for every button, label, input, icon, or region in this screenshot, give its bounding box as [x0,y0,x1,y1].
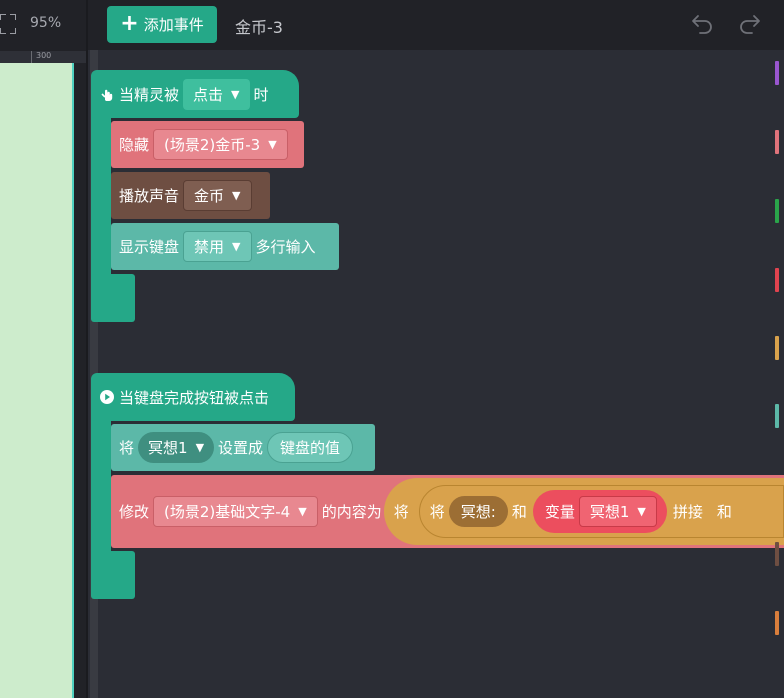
chevron-down-icon: ▼ [231,87,240,101]
chevron-down-icon: ▼ [195,441,205,454]
chevron-down-icon: ▼ [637,505,646,518]
set-prefix: 将 [119,439,135,457]
keyboard-value-reporter[interactable]: 键盘的值 [267,432,354,463]
redo-icon[interactable] [738,13,762,37]
variable-name-dropdown[interactable]: 冥想1 ▼ [578,496,657,527]
event1-hat-block[interactable]: 当精灵被 点击 ▼ 时 [91,70,299,118]
variable-dropdown[interactable]: 冥想1 ▼ [138,432,215,463]
undo-icon[interactable] [690,13,714,37]
add-event-label: 添加事件 [143,16,204,34]
trailing-and-label: 和 [716,503,732,521]
object-name: 金币-3 [235,18,283,37]
dropdown-value: 点击 [193,85,224,104]
modify-middle: 的内容为 [321,503,382,521]
set-middle: 设置成 [218,439,264,457]
fit-screen-icon[interactable] [0,14,18,34]
hide-block[interactable]: 隐藏 (场景2)金币-3 ▼ [111,121,304,168]
join-outer-reporter[interactable]: 将 将 冥想: 和 变量 冥想1 ▼ 拼接 和 [383,478,784,545]
dropdown-value: 禁用 [194,238,225,256]
ruler-tick [31,51,32,63]
hat-label: 当键盘完成按钮被点击 [119,388,270,407]
keyboard-suffix: 多行输入 [255,238,316,256]
plus-icon: + [120,10,139,36]
preview-toolbar: 95% [0,0,86,50]
stage-preview-panel: 95% 300 [0,0,86,698]
chevron-down-icon: ▼ [232,240,241,253]
keyboard-mode-dropdown[interactable]: 禁用 ▼ [183,231,252,262]
chevron-down-icon: ▼ [232,189,241,202]
editor-header: + 添加事件 金币-3 [88,0,784,50]
zoom-level[interactable]: 95% [30,15,61,31]
chevron-down-icon: ▼ [298,505,307,518]
category-marker[interactable] [775,61,779,85]
play-sound-block[interactable]: 播放声音 金币 ▼ [111,172,270,219]
and-label: 和 [511,503,527,521]
category-marker[interactable] [775,268,779,292]
modify-text-block[interactable]: 修改 (场景2)基础文字-4 ▼ 的内容为 将 将 冥想: 和 变量 冥想1 ▼ 拼… [111,475,784,548]
event1-end-cap [91,274,135,322]
add-event-button[interactable]: + 添加事件 [107,6,217,43]
modify-prefix: 修改 [119,503,150,521]
event2-spine [91,413,111,563]
dropdown-value: (场景2)金币-3 [164,136,261,154]
show-keyboard-label: 显示键盘 [119,238,180,256]
sound-dropdown[interactable]: 金币 ▼ [183,180,252,211]
category-marker[interactable] [775,199,779,223]
horizontal-ruler: 300 [0,51,86,63]
category-marker[interactable] [775,542,779,566]
dropdown-value: 金币 [194,187,225,205]
hide-label: 隐藏 [119,136,150,154]
hide-target-dropdown[interactable]: (场景2)金币-3 ▼ [153,129,288,160]
variable-reporter[interactable]: 变量 冥想1 ▼ [532,490,667,533]
category-marker[interactable] [775,130,779,154]
join-inner-label: 将 [429,503,445,521]
event2-hat-block[interactable]: 当键盘完成按钮被点击 [91,373,295,421]
chevron-down-icon: ▼ [268,138,277,151]
join-outer-label: 将 [393,503,409,521]
hat-prefix: 当精灵被 [119,85,180,104]
touch-icon [101,89,113,101]
text-target-dropdown[interactable]: (场景2)基础文字-4 ▼ [153,496,318,527]
dropdown-value: 冥想1 [148,439,188,457]
click-type-dropdown[interactable]: 点击 ▼ [183,78,250,110]
hat-suffix: 时 [253,85,269,104]
category-marker[interactable] [775,336,779,360]
concat-label: 拼接 [672,503,703,521]
text-literal[interactable]: 冥想: [448,496,508,527]
set-variable-block[interactable]: 将 冥想1 ▼ 设置成 键盘的值 [111,424,375,471]
stage-canvas[interactable] [0,63,74,698]
play-sound-label: 播放声音 [119,187,180,205]
show-keyboard-block[interactable]: 显示键盘 禁用 ▼ 多行输入 [111,223,339,270]
literal-value: 冥想: [460,503,496,521]
dropdown-value: 冥想1 [589,503,630,521]
category-marker[interactable] [775,611,779,635]
reporter-label: 键盘的值 [280,439,341,457]
dropdown-value: (场景2)基础文字-4 [164,503,291,521]
variable-label: 变量 [544,503,575,521]
ruler-label: 300 [36,51,52,60]
event2-end-cap [91,551,135,599]
category-marker[interactable] [775,404,779,428]
play-circle-icon [100,390,114,404]
join-inner-reporter[interactable]: 将 冥想: 和 变量 冥想1 ▼ 拼接 和 [418,485,784,538]
